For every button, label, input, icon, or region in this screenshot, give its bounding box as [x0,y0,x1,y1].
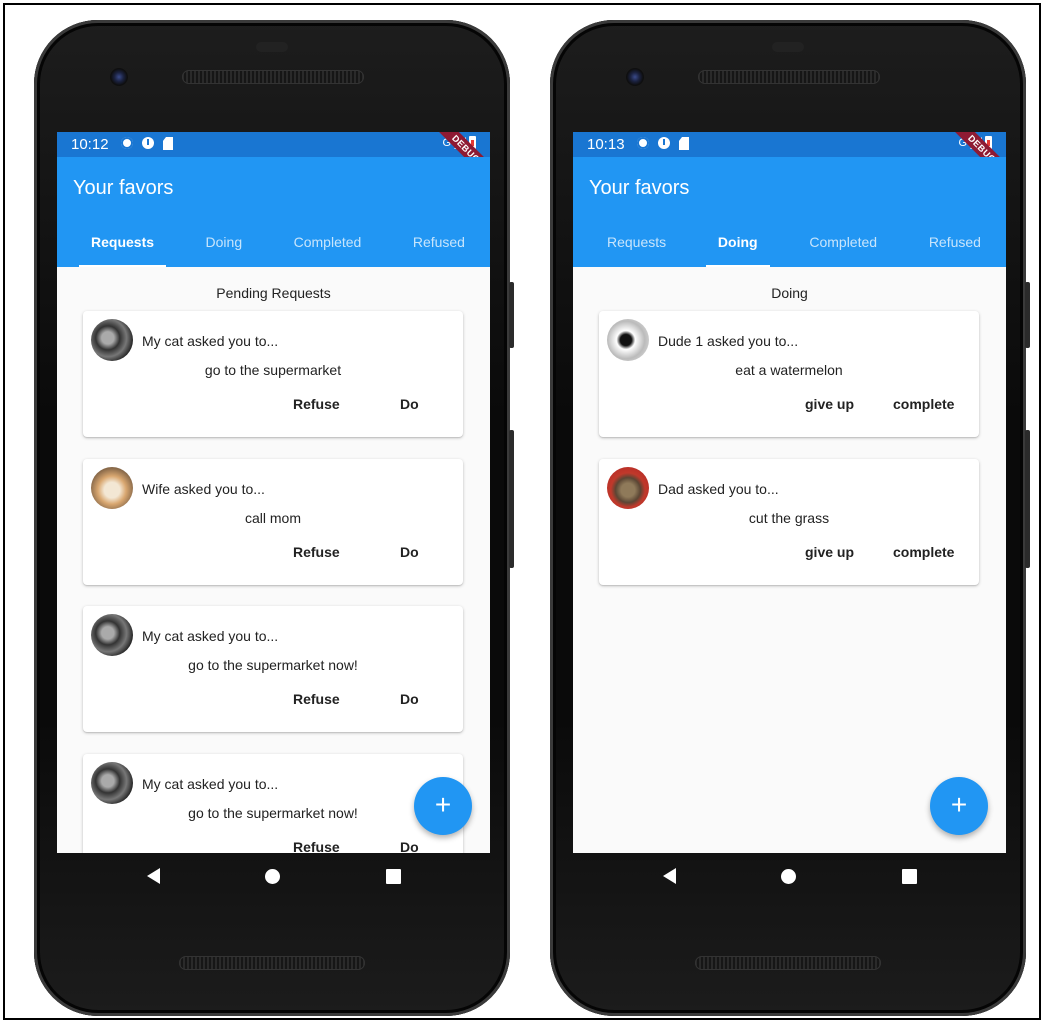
asker-text: My cat asked you to... [142,628,279,644]
favor-card: My cat asked you to... go to the superma… [83,606,463,732]
earpiece-speaker [698,70,880,84]
cat-bw-avatar [91,762,133,804]
system-nav-bar [573,858,1006,906]
do-button[interactable]: Do [400,396,419,412]
refuse-button[interactable]: Refuse [293,691,340,707]
front-camera-icon [626,68,644,86]
recents-icon[interactable] [386,869,401,884]
tab-doing[interactable]: Doing [705,233,770,267]
alert-icon [142,137,154,149]
asker-text: Dude 1 asked you to... [658,333,799,349]
complete-button[interactable]: complete [893,544,954,560]
add-favor-button[interactable]: + [414,777,472,835]
page-title: Your favors [589,177,690,199]
tab-completed[interactable]: Completed [797,233,889,267]
back-icon[interactable] [663,868,676,884]
top-sensor [256,42,288,52]
status-time: 10:12 [71,136,109,153]
settings-icon [637,137,649,149]
favor-text: go to the supermarket now! [188,657,358,673]
do-button[interactable]: Do [400,691,419,707]
sd-card-icon [163,137,173,150]
favor-card: Dude 1 asked you to... eat a watermelon … [599,311,979,437]
back-icon[interactable] [147,868,160,884]
volume-button [509,430,514,568]
page-title: Your favors [73,177,174,199]
favor-text: go to the supermarket [204,362,342,378]
do-button[interactable]: Do [400,839,419,853]
earpiece-speaker [182,70,364,84]
tab-refused[interactable]: Refused [917,233,993,267]
cat-bw-avatar [91,614,133,656]
status-bar: 10:12 G DEBUG [57,132,490,187]
tab-bar: Requests Doing Completed Refused [79,233,477,267]
refuse-button[interactable]: Refuse [293,839,340,853]
recents-icon[interactable] [902,869,917,884]
tab-bar: Requests Doing Completed Refused [595,233,993,267]
power-button [509,282,514,348]
dude-avatar [607,319,649,361]
tab-requests[interactable]: Requests [79,233,167,267]
do-button[interactable]: Do [400,544,419,560]
give-up-button[interactable]: give up [805,544,854,560]
app-bar: Your favors Requests Doing Completed Ref… [573,157,1006,267]
alert-icon [658,137,670,149]
favor-card: Wife asked you to... call mom Refuse Do [83,459,463,585]
system-nav-bar [57,858,490,906]
screen: 10:12 G DEBUG Your favors Requests Doing… [57,132,490,853]
favor-text: eat a watermelon [735,362,843,378]
tab-doing[interactable]: Doing [194,233,255,267]
tab-refused[interactable]: Refused [401,233,477,267]
volume-button [1025,430,1030,568]
favor-card: My cat asked you to... go to the superma… [83,754,463,853]
cat-bw-avatar [91,319,133,361]
asker-text: My cat asked you to... [142,776,279,792]
phone-left: 10:12 G DEBUG Your favors Requests Doing… [34,20,514,1016]
front-camera-icon [110,68,128,86]
refuse-button[interactable]: Refuse [293,544,340,560]
favor-card: Dad asked you to... cut the grass give u… [599,459,979,585]
home-icon[interactable] [265,869,280,884]
asker-text: Wife asked you to... [142,481,265,497]
cat-orange-avatar [91,467,133,509]
section-title: Pending Requests [216,285,331,301]
status-bar: 10:13 G DEBUG [573,132,1006,187]
favor-text: cut the grass [748,510,830,526]
bottom-speaker [179,956,365,970]
tab-requests[interactable]: Requests [595,233,678,267]
screen: 10:13 G DEBUG Your favors Requests Doing… [573,132,1006,853]
status-time: 10:13 [587,136,625,153]
sd-card-icon [679,137,689,150]
tab-completed[interactable]: Completed [282,233,374,267]
asker-text: My cat asked you to... [142,333,279,349]
add-favor-button[interactable]: + [930,777,988,835]
home-icon[interactable] [781,869,796,884]
top-sensor [772,42,804,52]
power-button [1025,282,1030,348]
refuse-button[interactable]: Refuse [293,396,340,412]
settings-icon [121,137,133,149]
asker-text: Dad asked you to... [658,481,779,497]
favor-text: call mom [244,510,301,526]
give-up-button[interactable]: give up [805,396,854,412]
favor-card: My cat asked you to... go to the superma… [83,311,463,437]
app-bar: Your favors Requests Doing Completed Ref… [57,157,490,267]
bottom-speaker [695,956,881,970]
phone-right: 10:13 G DEBUG Your favors Requests Doing… [550,20,1030,1016]
section-title: Doing [771,285,808,301]
complete-button[interactable]: complete [893,396,954,412]
favor-text: go to the supermarket now! [188,805,358,821]
dad-avatar [607,467,649,509]
